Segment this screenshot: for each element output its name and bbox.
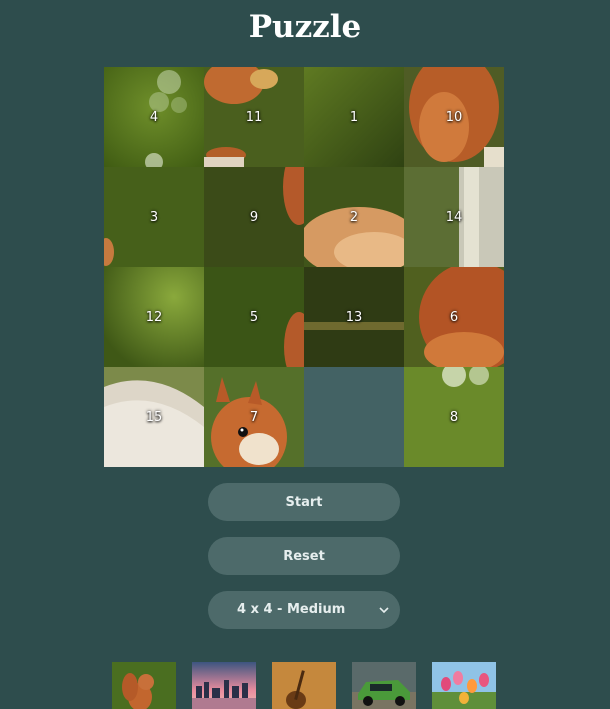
tile-number: 12: [145, 309, 163, 325]
puzzle-tile[interactable]: 11: [204, 67, 304, 167]
reset-button[interactable]: Reset: [208, 537, 400, 575]
tile-number: 9: [249, 209, 259, 225]
tile-number: 4: [149, 109, 159, 125]
image-thumbnails: [0, 662, 610, 709]
tile-number: 3: [149, 209, 159, 225]
puzzle-tile[interactable]: 6: [404, 267, 504, 367]
puzzle-tile[interactable]: 9: [204, 167, 304, 267]
thumbnail-guitar[interactable]: [272, 662, 336, 709]
thumbnail-tulips[interactable]: [432, 662, 496, 709]
tile-number: 5: [249, 309, 259, 325]
puzzle-tile[interactable]: 2: [304, 167, 404, 267]
tile-number: 15: [145, 409, 163, 425]
tile-number: 14: [445, 209, 463, 225]
puzzle-tile[interactable]: 10: [404, 67, 504, 167]
puzzle-empty-slot: [304, 367, 404, 467]
tile-number: 1: [349, 109, 359, 125]
tile-number: 2: [349, 209, 359, 225]
tile-number: 13: [345, 309, 363, 325]
puzzle-tile[interactable]: 12: [104, 267, 204, 367]
difficulty-selected-value: 4 x 4 - Medium: [237, 602, 346, 617]
puzzle-tile[interactable]: 13: [304, 267, 404, 367]
puzzle-tile[interactable]: 7: [204, 367, 304, 467]
tile-number: 7: [249, 409, 259, 425]
page-title: Puzzle: [248, 9, 362, 45]
puzzle-tile[interactable]: 8: [404, 367, 504, 467]
puzzle-board: 4 11 1 10 3 9 2 14 12 5 13 6 15 7 8: [104, 67, 504, 467]
tile-number: 10: [445, 109, 463, 125]
chevron-down-icon: [379, 607, 389, 614]
difficulty-select[interactable]: 4 x 4 - Medium: [208, 591, 400, 629]
puzzle-tile[interactable]: 1: [304, 67, 404, 167]
puzzle-tile[interactable]: 4: [104, 67, 204, 167]
puzzle-tile[interactable]: 14: [404, 167, 504, 267]
tile-number: 11: [245, 109, 263, 125]
thumbnail-squirrel[interactable]: [112, 662, 176, 709]
tile-number: 8: [449, 409, 459, 425]
start-button[interactable]: Start: [208, 483, 400, 521]
puzzle-tile[interactable]: 15: [104, 367, 204, 467]
thumbnail-city-skyline[interactable]: [192, 662, 256, 709]
puzzle-tile[interactable]: 5: [204, 267, 304, 367]
tile-number: 6: [449, 309, 459, 325]
puzzle-tile[interactable]: 3: [104, 167, 204, 267]
thumbnail-rally-car[interactable]: [352, 662, 416, 709]
